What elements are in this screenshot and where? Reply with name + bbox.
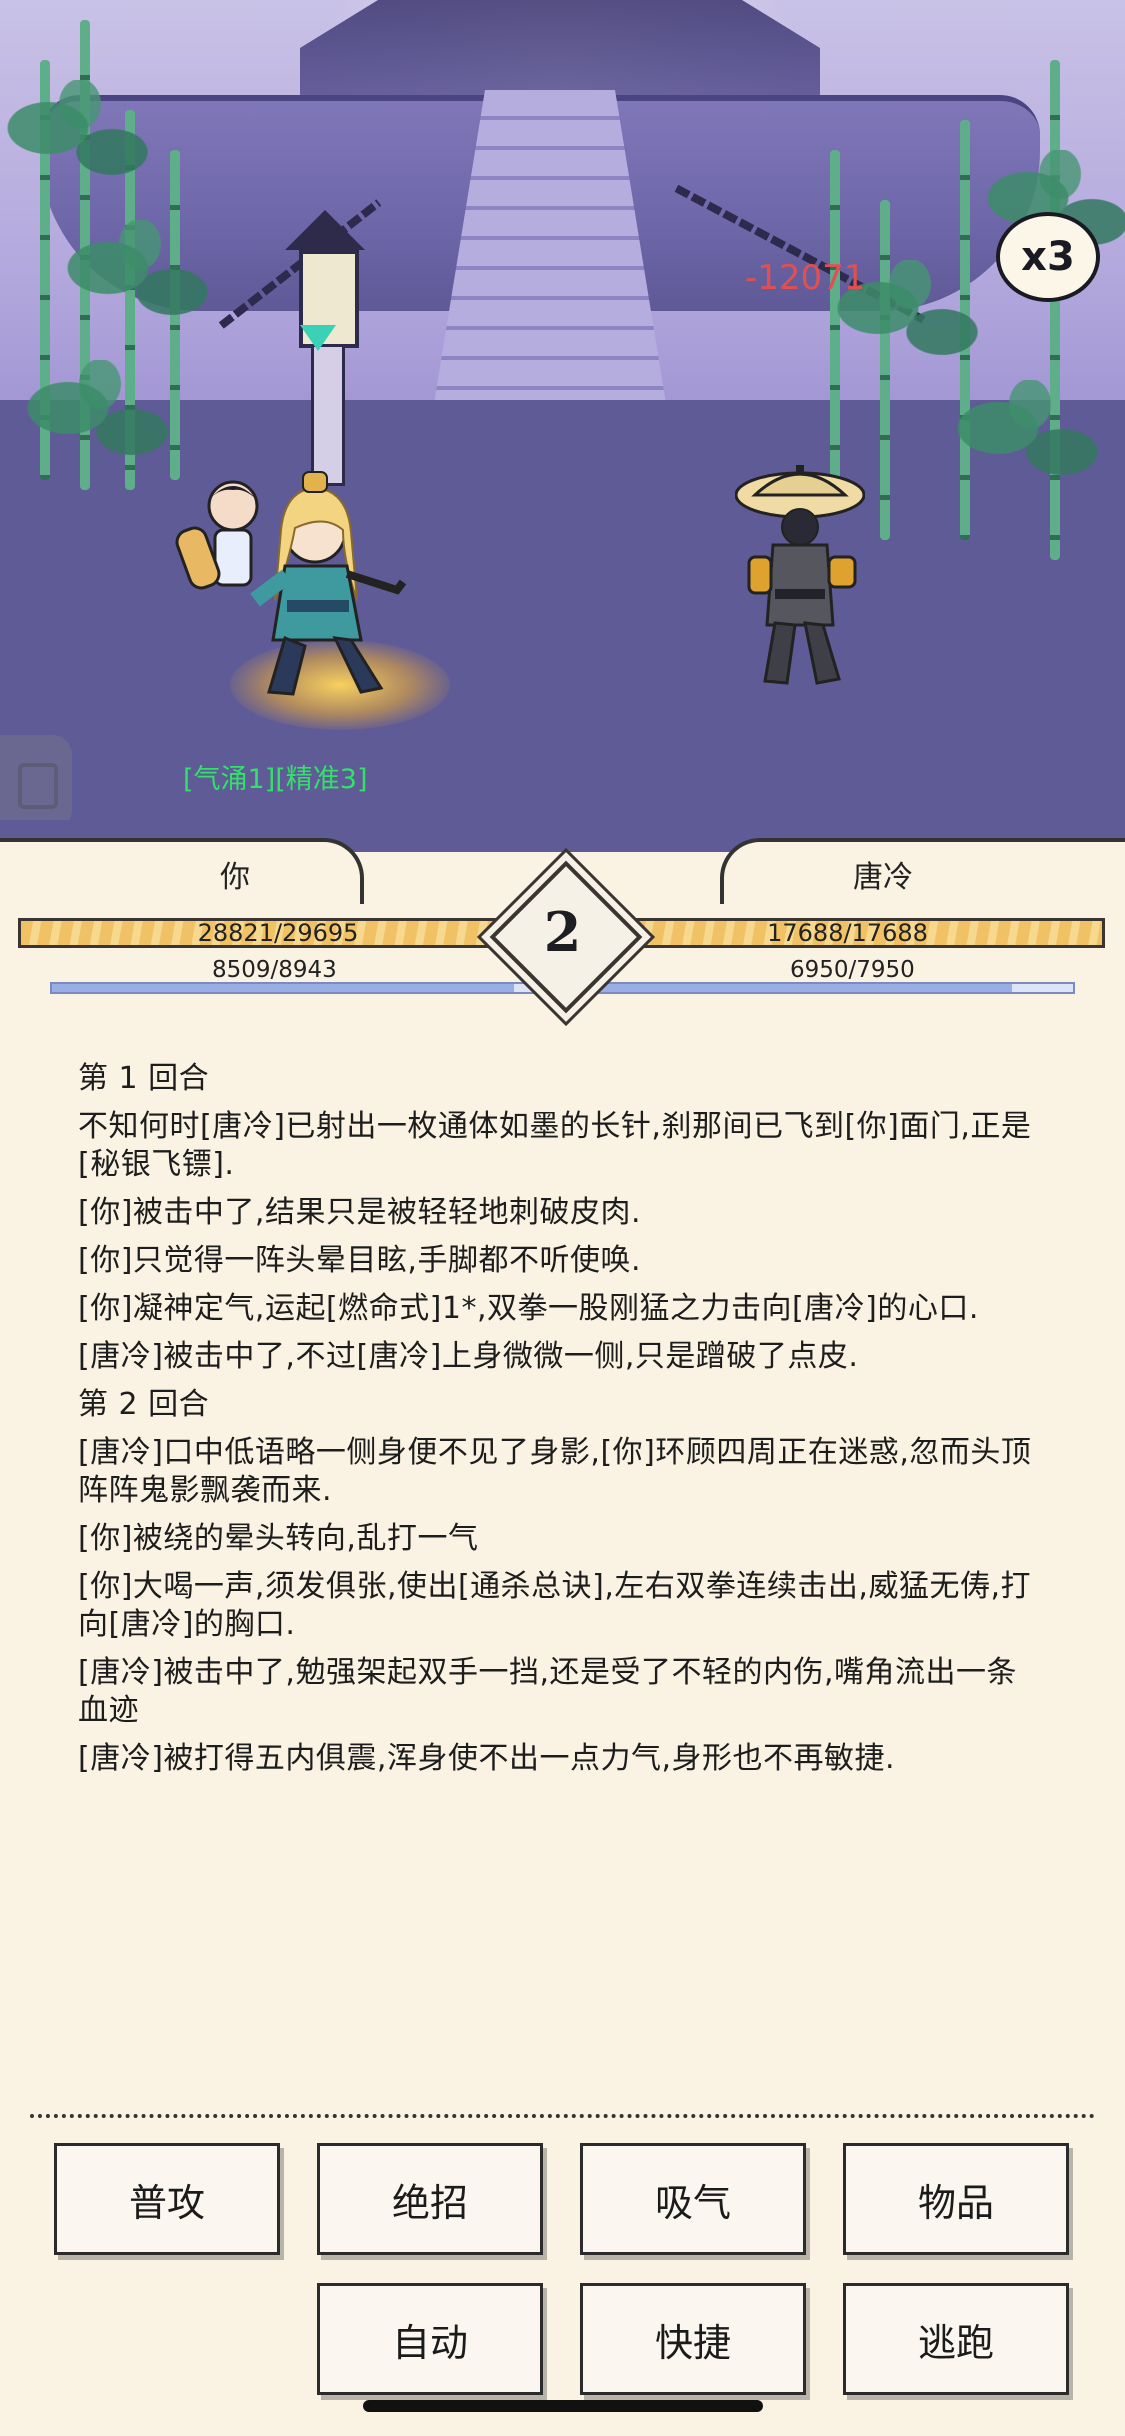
log-line: [你]只觉得一阵头晕目眩,手脚都不听使唤.	[78, 1243, 641, 1278]
player-mp-bar	[50, 982, 540, 994]
dotted-divider	[30, 2114, 1095, 2118]
enemy-mp-text: 6950/7950	[790, 957, 915, 983]
player-hp-bar: 28821/29695	[18, 918, 538, 948]
enemy-sprite	[735, 465, 865, 685]
speed-toggle-button[interactable]: x3	[996, 212, 1100, 302]
breathe-button[interactable]: 吸气	[580, 2143, 806, 2255]
enemy-mp-fill	[592, 984, 1013, 992]
bamboo-leaves	[60, 220, 220, 340]
shortcut-button[interactable]: 快捷	[580, 2283, 806, 2395]
attack-button[interactable]: 普攻	[54, 2143, 280, 2255]
side-menu-tab[interactable]	[0, 735, 72, 830]
log-line: [唐冷]被击中了,不过[唐冷]上身微微一侧,只是蹭破了点皮.	[78, 1339, 859, 1374]
player-mp-fill	[52, 984, 515, 992]
log-line: [你]凝神定气,运起[燃命式]1*,双拳一股刚猛之力击向[唐冷]的心口.	[78, 1291, 979, 1326]
log-line: [你]被击中了,结果只是被轻轻地刺破皮肉.	[78, 1195, 641, 1230]
panel-icon	[18, 763, 58, 809]
player-name: 你	[220, 860, 250, 895]
log-line: [唐冷]被打得五内俱震,浑身使不出一点力气,身形也不再敏捷.	[78, 1741, 896, 1776]
log-line: [唐冷]口中低语略一侧身便不见了身影,[你]环顾四周正在迷惑,忽而头顶阵阵鬼影飘…	[78, 1435, 1032, 1508]
enemy-hp-text: 17688/17688	[767, 919, 928, 947]
player-status-effects: [气涌1][精准3]	[183, 764, 368, 795]
round-counter: 2	[489, 860, 643, 1014]
battle-scene: -12071 x3 [气涌1][精准3]	[0, 0, 1125, 900]
ultimate-button[interactable]: 绝招	[317, 2143, 543, 2255]
home-indicator[interactable]	[363, 2400, 763, 2412]
enemy-name-plate	[720, 838, 1125, 904]
auto-button[interactable]: 自动	[317, 2283, 543, 2395]
enemy-mp-bar	[590, 982, 1075, 994]
bamboo-leaves	[20, 360, 180, 480]
log-line: 第 2 回合	[78, 1387, 210, 1422]
damage-popup: -12071	[745, 258, 866, 298]
player-mp-text: 8509/8943	[212, 957, 337, 983]
round-number: 2	[543, 900, 582, 964]
flee-button[interactable]: 逃跑	[843, 2283, 1069, 2395]
log-line: [你]大喝一声,须发俱张,使出[通杀总诀],左右双拳连续击出,威猛无俦,打向[唐…	[78, 1569, 1031, 1642]
log-line: 第 1 回合	[78, 1061, 210, 1096]
enemy-hp-bar: 17688/17688	[590, 918, 1105, 948]
player-party-sprite	[175, 471, 407, 696]
player-name-plate	[0, 838, 364, 904]
turn-marker-icon	[300, 325, 336, 351]
items-button[interactable]: 物品	[843, 2143, 1069, 2255]
log-line: [你]被绕的晕头转向,乱打一气	[78, 1521, 479, 1556]
player-hp-text: 28821/29695	[197, 919, 359, 947]
enemy-name: 唐冷	[853, 860, 913, 895]
log-line: 不知何时[唐冷]已射出一枚通体如墨的长针,刹那间已飞到[你]面门,正是[秘银飞镖…	[78, 1109, 1032, 1182]
bamboo-leaves	[950, 380, 1110, 500]
log-line: [唐冷]被击中了,勉强架起双手一挡,还是受了不轻的内伤,嘴角流出一条血迹	[78, 1655, 1018, 1728]
bamboo-leaves	[0, 80, 160, 200]
combat-log: 第 1 回合 不知何时[唐冷]已射出一枚通体如墨的长针,刹那间已飞到[你]面门,…	[78, 1060, 1038, 1788]
